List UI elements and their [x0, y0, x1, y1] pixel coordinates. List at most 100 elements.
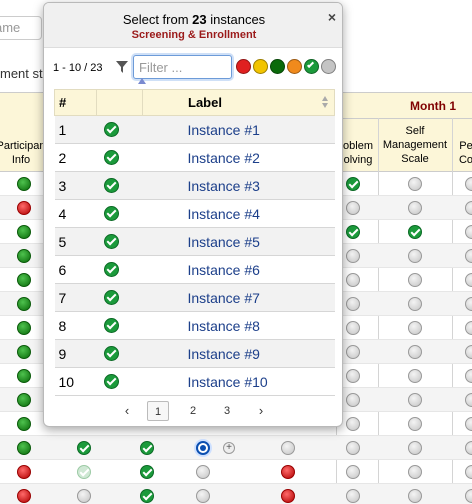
- status-dot-icon[interactable]: [17, 321, 31, 335]
- instance-label[interactable]: Instance #8: [142, 311, 335, 340]
- status-dot-icon[interactable]: [346, 201, 360, 215]
- status-dot-icon[interactable]: [346, 417, 360, 431]
- status-dot-icon[interactable]: [408, 201, 422, 215]
- status-dot-icon[interactable]: [408, 321, 422, 335]
- status-dot-icon[interactable]: [346, 297, 360, 311]
- status-dot-icon[interactable]: [408, 369, 422, 383]
- status-dot-icon[interactable]: [346, 321, 360, 335]
- page-1-button[interactable]: 1: [147, 401, 169, 421]
- table-row[interactable]: 8 Instance #8: [54, 311, 335, 340]
- status-dot-icon[interactable]: [17, 369, 31, 383]
- status-dot-icon[interactable]: [465, 465, 472, 479]
- instance-label[interactable]: Instance #7: [142, 283, 335, 312]
- instance-label[interactable]: Instance #9: [142, 339, 335, 368]
- instance-label[interactable]: Instance #6: [142, 255, 335, 284]
- status-dot-icon[interactable]: [17, 465, 31, 479]
- table-row[interactable]: 10 Instance #10: [54, 367, 335, 396]
- instance-label[interactable]: Instance #4: [142, 199, 335, 228]
- table-row[interactable]: 9 Instance #9: [54, 339, 335, 368]
- status-dot-icon[interactable]: [408, 345, 422, 359]
- status-dot-icon[interactable]: [196, 441, 210, 455]
- status-dot-icon[interactable]: [465, 273, 472, 287]
- add-instance-icon[interactable]: +: [223, 442, 235, 454]
- instance-label[interactable]: Instance #1: [142, 115, 335, 144]
- status-dot-icon[interactable]: [408, 441, 422, 455]
- instance-label[interactable]: Instance #5: [142, 227, 335, 256]
- table-row[interactable]: 6 Instance #6: [54, 255, 335, 284]
- status-dot-icon[interactable]: [408, 417, 422, 431]
- status-dot-icon[interactable]: [465, 201, 472, 215]
- status-dot-icon[interactable]: [465, 225, 472, 239]
- status-dot-icon[interactable]: [408, 465, 422, 479]
- status-dot-icon[interactable]: [196, 489, 210, 503]
- status-dot-icon[interactable]: [346, 489, 360, 503]
- header-num[interactable]: #: [54, 89, 97, 116]
- status-dot-icon[interactable]: [346, 465, 360, 479]
- status-dot-icon[interactable]: [465, 393, 472, 407]
- table-row[interactable]: 7 Instance #7: [54, 283, 335, 312]
- status-dot-icon[interactable]: [465, 417, 472, 431]
- status-dot-icon[interactable]: [17, 417, 31, 431]
- status-dot-icon[interactable]: [408, 225, 422, 239]
- status-dot-icon[interactable]: [465, 441, 472, 455]
- status-dot-icon[interactable]: [17, 345, 31, 359]
- status-dot-icon[interactable]: [17, 225, 31, 239]
- status-dot-icon[interactable]: [17, 393, 31, 407]
- name-input[interactable]: ame: [0, 16, 42, 40]
- status-dot-icon[interactable]: [346, 441, 360, 455]
- status-dot-icon[interactable]: [408, 273, 422, 287]
- table-row[interactable]: 4 Instance #4: [54, 199, 335, 228]
- status-dot-icon[interactable]: [17, 201, 31, 215]
- status-dot-icon[interactable]: [465, 177, 472, 191]
- status-dot-icon[interactable]: [17, 441, 31, 455]
- status-dot-icon[interactable]: [465, 369, 472, 383]
- status-dot-icon[interactable]: [346, 225, 360, 239]
- status-dot-icon[interactable]: [346, 345, 360, 359]
- status-dot-icon[interactable]: [77, 465, 91, 479]
- header-status[interactable]: [96, 78, 146, 116]
- table-row[interactable]: 5 Instance #5: [54, 227, 335, 256]
- status-yellow-icon[interactable]: [253, 59, 268, 74]
- table-row[interactable]: 2 Instance #2: [54, 143, 335, 172]
- table-row[interactable]: 1 Instance #1: [54, 115, 335, 144]
- status-dot-icon[interactable]: [196, 465, 210, 479]
- status-green-icon[interactable]: [270, 59, 285, 74]
- instance-label[interactable]: Instance #10: [142, 367, 335, 396]
- status-dot-icon[interactable]: [346, 273, 360, 287]
- status-dot-icon[interactable]: [408, 393, 422, 407]
- status-dot-icon[interactable]: [77, 441, 91, 455]
- status-dot-icon[interactable]: [17, 489, 31, 503]
- status-dot-icon[interactable]: [465, 321, 472, 335]
- filter-input[interactable]: [133, 55, 232, 79]
- status-dot-icon[interactable]: [17, 249, 31, 263]
- status-gray-icon[interactable]: [321, 59, 336, 74]
- status-dot-icon[interactable]: [140, 441, 154, 455]
- instance-label[interactable]: Instance #3: [142, 171, 335, 200]
- next-page-button[interactable]: ›: [254, 401, 268, 421]
- status-dot-icon[interactable]: [465, 249, 472, 263]
- status-dot-icon[interactable]: [408, 297, 422, 311]
- status-dot-icon[interactable]: [281, 489, 295, 503]
- status-dot-icon[interactable]: [346, 177, 360, 191]
- status-orange-icon[interactable]: [287, 59, 302, 74]
- status-dot-icon[interactable]: [140, 465, 154, 479]
- status-dot-icon[interactable]: [140, 489, 154, 503]
- status-dot-icon[interactable]: [346, 369, 360, 383]
- header-label[interactable]: Label: [142, 89, 335, 116]
- status-check-icon[interactable]: [304, 59, 319, 74]
- instance-label[interactable]: Instance #2: [142, 143, 335, 172]
- status-dot-icon[interactable]: [346, 393, 360, 407]
- status-dot-icon[interactable]: [408, 249, 422, 263]
- status-dot-icon[interactable]: [17, 297, 31, 311]
- prev-page-button[interactable]: ‹: [120, 401, 134, 421]
- page-3-button[interactable]: 3: [218, 401, 236, 421]
- status-dot-icon[interactable]: [17, 177, 31, 191]
- status-dot-icon[interactable]: [17, 273, 31, 287]
- status-dot-icon[interactable]: [281, 465, 295, 479]
- status-dot-icon[interactable]: [77, 489, 91, 503]
- table-row[interactable]: 3 Instance #3: [54, 171, 335, 200]
- status-dot-icon[interactable]: [408, 489, 422, 503]
- status-red-icon[interactable]: [236, 59, 251, 74]
- status-dot-icon[interactable]: [465, 297, 472, 311]
- status-dot-icon[interactable]: [465, 345, 472, 359]
